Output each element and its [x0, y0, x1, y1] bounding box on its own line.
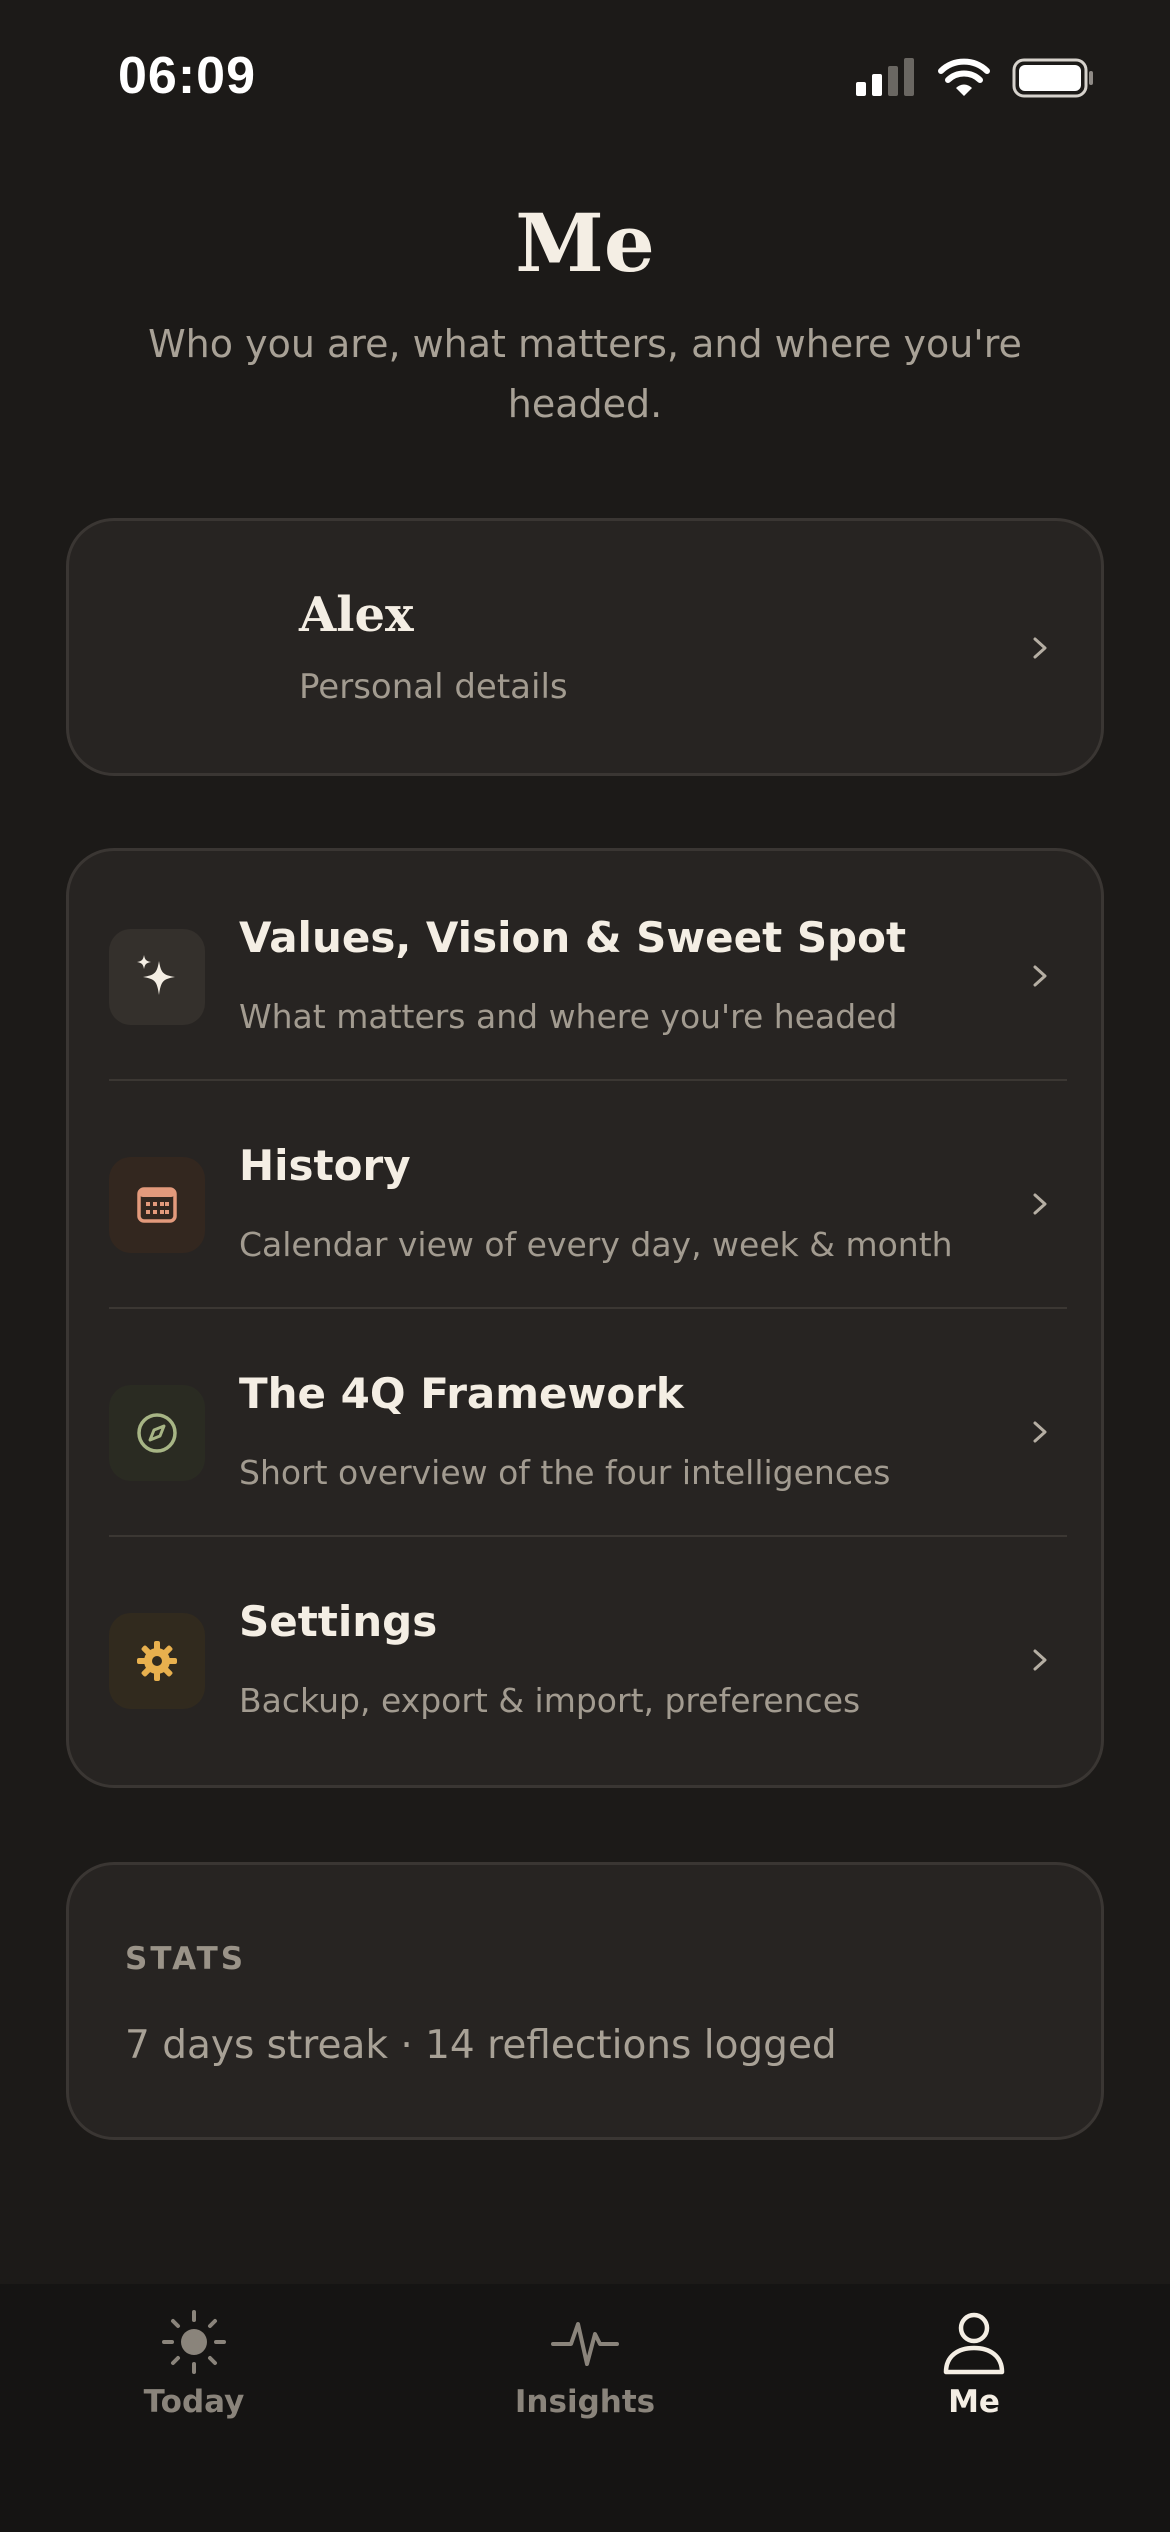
tab-insights[interactable]: Insights — [455, 2306, 715, 2456]
stats-summary: 7 days streak · 14 reflections logged — [125, 2023, 837, 2068]
menu-icon-tile — [109, 1157, 205, 1253]
menu-item-title: History — [239, 1141, 411, 1190]
menu-item-4q-framework[interactable]: The 4Q Framework Short overview of the f… — [69, 1307, 1101, 1535]
person-icon — [943, 2312, 1005, 2375]
menu-icon-tile — [109, 1613, 205, 1709]
status-bar: 06:09 — [0, 0, 1170, 150]
gear-icon — [137, 1641, 177, 1681]
chevron-right-icon — [1033, 1421, 1047, 1443]
compass-icon — [137, 1413, 177, 1453]
menu-item-values-vision[interactable]: Values, Vision & Sweet Spot What matters… — [69, 851, 1101, 1079]
tab-label: Me — [948, 2384, 1000, 2420]
menu-item-description: Short overview of the four intelligences — [239, 1453, 891, 1492]
status-icons — [856, 56, 1094, 100]
menu-item-history[interactable]: History Calendar view of every day, week… — [69, 1079, 1101, 1307]
menu-item-description: Calendar view of every day, week & month — [239, 1225, 953, 1264]
sun-icon — [162, 2310, 226, 2374]
page-subtitle: Who you are, what matters, and where you… — [148, 322, 1022, 426]
tab-label: Insights — [514, 2384, 656, 2420]
menu-item-description: What matters and where you're headed — [239, 997, 898, 1036]
tab-today[interactable]: Today — [64, 2306, 324, 2456]
tab-bar: Today Insights Me — [0, 2284, 1170, 2532]
profile-card[interactable]: Alex Personal details — [66, 518, 1104, 776]
menu-item-settings[interactable]: Settings Backup, export & import, prefer… — [69, 1535, 1101, 1763]
menu-icon-tile — [109, 1385, 205, 1481]
menu-item-title: The 4Q Framework — [239, 1369, 684, 1418]
battery-icon — [1012, 58, 1093, 98]
chevron-right-icon — [1033, 1649, 1047, 1671]
profile-subtitle: Personal details — [299, 667, 568, 707]
chevron-right-icon — [1033, 637, 1047, 659]
menu-card: Values, Vision & Sweet Spot What matters… — [66, 848, 1104, 1788]
profile-name: Alex — [299, 587, 414, 643]
tab-me[interactable]: Me — [844, 2306, 1104, 2456]
me-screen: 06:09 Me Who you are, what matters, and … — [0, 0, 1170, 2532]
menu-item-title: Values, Vision & Sweet Spot — [239, 913, 907, 962]
cellular-signal-icon — [856, 58, 914, 96]
menu-item-title: Settings — [239, 1597, 438, 1646]
wifi-icon — [938, 58, 990, 96]
stats-card: STATS 7 days streak · 14 reflections log… — [66, 1862, 1104, 2140]
menu-icon-tile — [109, 929, 205, 1025]
page-title: Me — [515, 196, 655, 290]
chevron-right-icon — [1033, 965, 1047, 987]
sparkle-icon — [137, 955, 175, 995]
chevron-right-icon — [1033, 1193, 1047, 1215]
calendar-icon — [137, 1187, 177, 1223]
stats-label: STATS — [125, 1941, 247, 1977]
pulse-icon — [551, 2322, 619, 2366]
menu-item-description: Backup, export & import, preferences — [239, 1681, 861, 1720]
tab-label: Today — [143, 2384, 245, 2420]
status-time: 06:09 — [118, 47, 256, 105]
